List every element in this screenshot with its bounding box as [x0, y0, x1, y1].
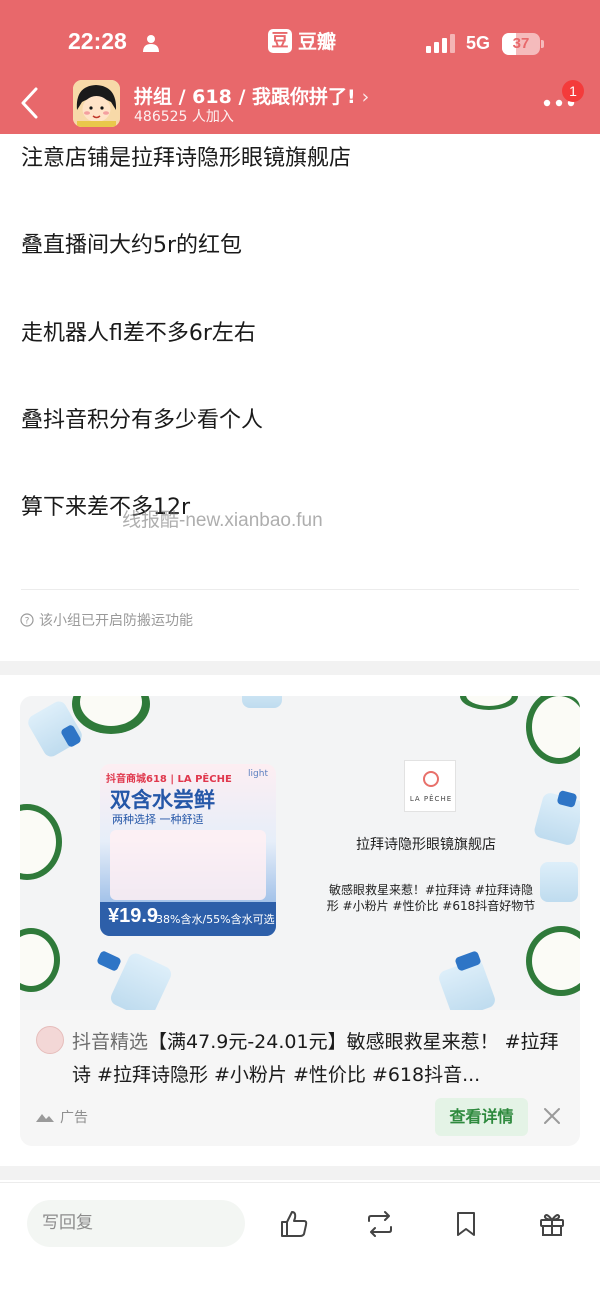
brand-logo: LA PÊCHE [404, 760, 456, 812]
promo-price-bar: ¥19.9 38%含水/55%含水可选 [100, 902, 276, 936]
chevron-right-icon: › [361, 86, 370, 108]
promo-subtitle: 两种选择 一种舒适 [112, 813, 204, 826]
cartoon-girl-avatar-icon [73, 80, 120, 127]
douban-logo-icon: 豆 [268, 28, 292, 53]
reply-input[interactable]: 写回复 [27, 1200, 245, 1247]
ad-mark-icon [36, 1114, 54, 1122]
section-gap [0, 661, 600, 675]
ad-label: 广告 [36, 1107, 88, 1127]
promo-title: 双含水尝鲜 [110, 788, 215, 812]
person-icon [143, 35, 159, 52]
ad-slogan: 敏感眼救星来惹！#拉拜诗 #拉拜诗隐形 #小粉片 #性价比 #618抖音好物节 [326, 883, 536, 913]
help-circle-icon: ? [20, 613, 34, 627]
post-line: 叠直播间大约5r的红包 [21, 233, 243, 258]
peach-icon [423, 771, 439, 787]
notification-badge: 1 [562, 80, 584, 102]
like-icon[interactable] [279, 1209, 309, 1239]
post-line: 走机器人fl差不多6r左右 [21, 321, 256, 346]
app-badge: 豆 豆瓣 [268, 27, 336, 54]
promo-banner: 抖音商城618 | LA PÊCHE light 双含水尝鲜 两种选择 一种舒适… [100, 764, 276, 936]
ad-source-avatar [36, 1026, 64, 1054]
battery-icon: 37 [502, 33, 544, 55]
post-line: 叠抖音积分有多少看个人 [21, 408, 264, 433]
status-time: 22:28 [68, 28, 127, 54]
group-avatar[interactable] [73, 80, 120, 127]
battery-level: 37 [512, 35, 530, 52]
ad-card[interactable]: 抖音商城618 | LA PÊCHE light 双含水尝鲜 两种选择 一种舒适… [20, 696, 580, 1146]
post-line: 注意店铺是拉拜诗隐形眼镜旗舰店 [21, 146, 352, 171]
divider [21, 589, 579, 590]
watermark: 线报酷-new.xianbao.fun [122, 510, 323, 531]
promo-light-label: light [248, 769, 268, 779]
ad-image[interactable]: 抖音商城618 | LA PÊCHE light 双含水尝鲜 两种选择 一种舒适… [20, 696, 580, 1010]
promo-water-content: 38%含水/55%含水可选 [156, 913, 275, 926]
close-icon[interactable] [543, 1107, 561, 1125]
top-header: 22:28 豆 豆瓣 5G 37 拼组 / 618 / 我跟你拼了! › 486… [0, 0, 600, 134]
section-gap [0, 1166, 600, 1180]
ad-text[interactable]: 抖音精选【满47.9元-24.01元】敏感眼救星来惹！ #拉拜诗 #拉拜诗隐形 … [72, 1026, 567, 1092]
back-arrow-icon[interactable] [18, 86, 42, 120]
gift-icon[interactable] [537, 1209, 567, 1239]
promo-tag: 抖音商城618 | LA PÊCHE [106, 774, 232, 785]
ad-source-name: 抖音精选 [72, 1031, 149, 1053]
svg-text:?: ? [25, 617, 30, 627]
lens-pack-image [110, 830, 266, 900]
group-title[interactable]: 拼组 / 618 / 我跟你拼了! › [134, 82, 369, 109]
network-type: 5G [466, 33, 491, 53]
view-details-button[interactable]: 查看详情 [435, 1098, 528, 1136]
group-member-count: 486525 人加入 [134, 109, 234, 125]
bottom-action-bar: 写回复 [0, 1182, 600, 1303]
repost-icon[interactable] [365, 1209, 395, 1239]
signal-icon [426, 34, 455, 53]
promo-price: ¥19.9 [108, 905, 159, 927]
anti-repost-notice: ? 该小组已开启防搬运功能 [20, 610, 193, 630]
app-name: 豆瓣 [298, 31, 337, 53]
bookmark-icon[interactable] [451, 1209, 481, 1239]
ad-shop-name: 拉拜诗隐形眼镜旗舰店 [356, 837, 496, 853]
